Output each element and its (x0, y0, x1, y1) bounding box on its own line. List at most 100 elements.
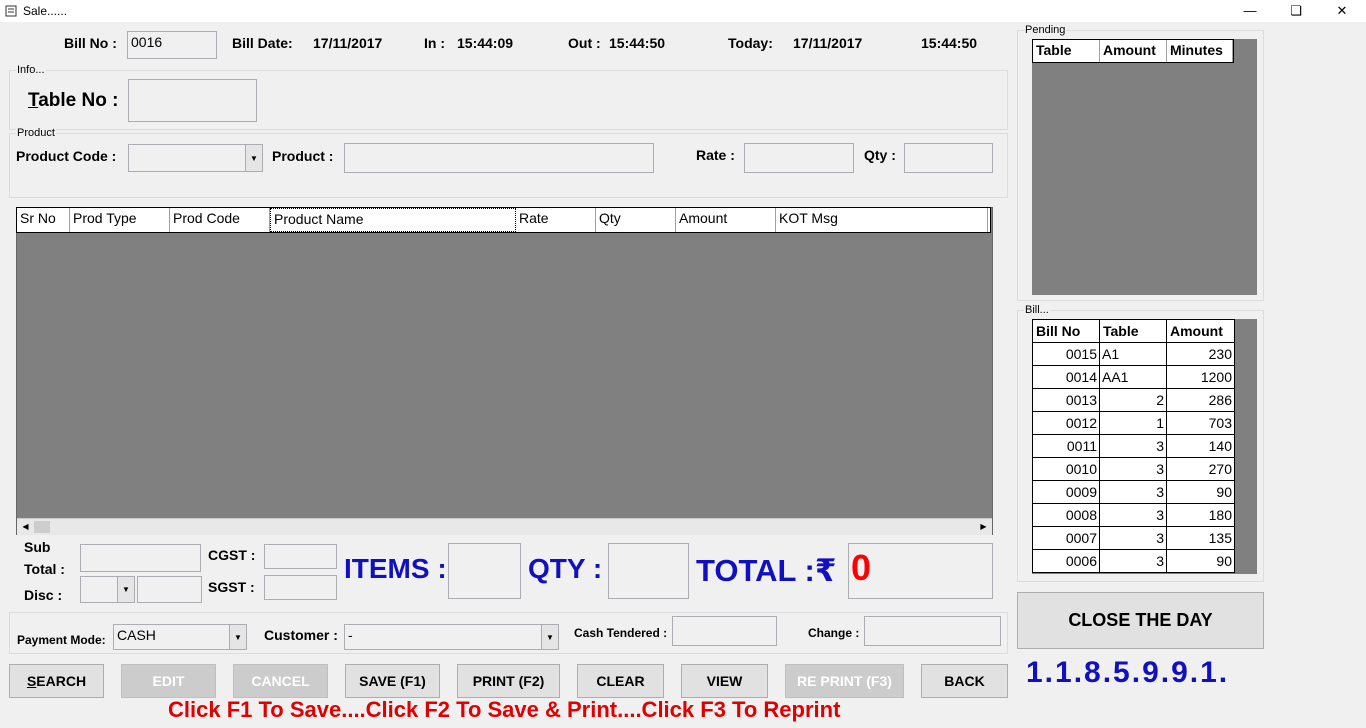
cash-tendered-input[interactable] (672, 616, 777, 646)
disc-field[interactable] (137, 576, 202, 603)
bill-no-label: Bill No : (64, 35, 117, 51)
pending-grid[interactable] (1032, 39, 1257, 295)
table-cell: A1 (1099, 342, 1167, 366)
scroll-right-icon[interactable]: ▶ (975, 519, 992, 535)
search-button[interactable]: SEARCH (9, 664, 104, 698)
table-row[interactable]: 0008 3 180 (1032, 503, 1235, 527)
rate-input[interactable] (744, 143, 854, 173)
disc-type-dropdown[interactable]: ▼ (80, 576, 135, 603)
table-row[interactable]: 0010 3 270 (1032, 457, 1235, 481)
table-no-label: Table No : (28, 90, 119, 111)
column-header[interactable]: Amount (676, 208, 776, 232)
table-cell: AA1 (1099, 365, 1167, 389)
back-button[interactable]: BACK (921, 664, 1008, 698)
change-label: Change : (808, 626, 860, 640)
product-input[interactable] (344, 143, 654, 173)
window-title: Sale...... (23, 4, 68, 18)
column-header[interactable]: Minutes (1167, 40, 1233, 62)
amount-cell: 286 (1166, 388, 1235, 412)
amount-cell: 90 (1166, 480, 1235, 504)
cancel-button[interactable]: CANCEL (233, 664, 328, 698)
chevron-down-icon[interactable]: ▼ (541, 625, 558, 649)
table-row[interactable]: 0009 3 90 (1032, 480, 1235, 504)
customer-value: - (348, 627, 353, 643)
table-row[interactable]: 0007 3 135 (1032, 526, 1235, 550)
today-date: 17/11/2017 (793, 35, 863, 51)
restore-button[interactable]: ❏ (1273, 0, 1319, 22)
bill-table: Bill No Table Amount 0015 A1 230 0014 AA1 120… (1032, 319, 1235, 573)
table-row[interactable]: 0006 3 90 (1032, 549, 1235, 573)
save-button[interactable]: SAVE (F1) (345, 664, 440, 698)
bill-date-label: Bill Date: (232, 35, 293, 51)
column-header[interactable]: Amount (1100, 40, 1167, 62)
version-label: 1.1.8.5.9.9.1. (1026, 656, 1230, 689)
payment-mode-dropdown[interactable]: CASH ▼ (113, 624, 247, 650)
qty-input[interactable] (904, 143, 993, 173)
total-label: TOTAL :₹ (696, 553, 837, 588)
bill-group-label: Bill... (1024, 304, 1050, 316)
table-row[interactable]: 0013 2 286 (1032, 388, 1235, 412)
bill-no-cell: 0009 (1032, 480, 1100, 504)
minimize-button[interactable]: — (1227, 0, 1273, 22)
print-button[interactable]: PRINT (F2) (457, 664, 560, 698)
column-header[interactable]: Prod Type (70, 208, 170, 232)
total-amount: 0 (848, 543, 993, 599)
sub-total-field[interactable] (80, 544, 201, 572)
cgst-field[interactable] (264, 544, 337, 569)
items-grid[interactable] (16, 207, 993, 535)
amount-cell: 270 (1166, 457, 1235, 481)
bill-no-field[interactable]: 0016 (127, 31, 217, 59)
column-header[interactable]: Amount (1166, 319, 1235, 343)
column-header[interactable]: Product Name (270, 208, 516, 232)
reprint-button[interactable]: RE PRINT (F3) (785, 664, 904, 698)
pending-grid-header: Table Amount Minutes (1032, 39, 1234, 63)
bill-no-cell: 0011 (1032, 434, 1100, 458)
bill-no-cell: 0010 (1032, 457, 1100, 481)
view-button[interactable]: VIEW (681, 664, 768, 698)
table-cell: 3 (1099, 480, 1167, 504)
bill-date-value: 17/11/2017 (313, 35, 383, 51)
chevron-down-icon[interactable]: ▼ (245, 145, 262, 171)
items-grid-header: Sr No Prod Type Prod Code Product Name R… (16, 207, 991, 233)
chevron-down-icon[interactable]: ▼ (117, 577, 134, 602)
product-code-dropdown[interactable]: ▼ (128, 144, 263, 172)
scroll-left-icon[interactable]: ◀ (17, 519, 34, 535)
edit-button[interactable]: EDIT (121, 664, 216, 698)
product-label: Product : (272, 148, 334, 164)
table-cell: 3 (1099, 434, 1167, 458)
column-header[interactable]: Rate (516, 208, 596, 232)
column-header[interactable]: Prod Code (170, 208, 270, 232)
table-cell: 2 (1099, 388, 1167, 412)
payment-mode-value: CASH (117, 627, 156, 643)
table-row[interactable]: 0014 AA1 1200 (1032, 365, 1235, 389)
current-time: 15:44:50 (921, 35, 978, 51)
clear-button[interactable]: CLEAR (577, 664, 664, 698)
column-header[interactable]: KOT Msg (776, 208, 988, 232)
table-row[interactable]: 0015 A1 230 (1032, 342, 1235, 366)
items-label: ITEMS : (344, 553, 447, 584)
column-header[interactable]: Table (1099, 319, 1167, 343)
scrollbar-thumb[interactable] (34, 521, 50, 533)
chevron-down-icon[interactable]: ▼ (229, 625, 246, 649)
customer-dropdown[interactable]: - ▼ (344, 624, 559, 650)
column-header[interactable]: Sr No (17, 208, 70, 232)
column-header[interactable]: Bill No (1032, 319, 1100, 343)
bill-no-cell: 0008 (1032, 503, 1100, 527)
column-header[interactable]: Qty (596, 208, 676, 232)
close-button[interactable]: ✕ (1319, 0, 1365, 22)
table-cell: 3 (1099, 549, 1167, 573)
disc-label: Disc : (24, 587, 63, 603)
bill-no-cell: 0006 (1032, 549, 1100, 573)
sgst-field[interactable] (264, 575, 337, 600)
horizontal-scrollbar[interactable]: ◀ ▶ (17, 518, 992, 535)
close-day-button[interactable]: CLOSE THE DAY (1017, 592, 1264, 649)
product-group-label: Product (16, 127, 56, 139)
sgst-label: SGST : (208, 579, 255, 595)
table-row[interactable]: 0011 3 140 (1032, 434, 1235, 458)
table-row[interactable]: 0012 1 703 (1032, 411, 1235, 435)
bill-no-cell: 0015 (1032, 342, 1100, 366)
column-header[interactable]: Table (1033, 40, 1100, 62)
table-no-input[interactable] (128, 79, 257, 122)
cash-tendered-label: Cash Tendered : (574, 626, 668, 640)
table-cell: 3 (1099, 457, 1167, 481)
